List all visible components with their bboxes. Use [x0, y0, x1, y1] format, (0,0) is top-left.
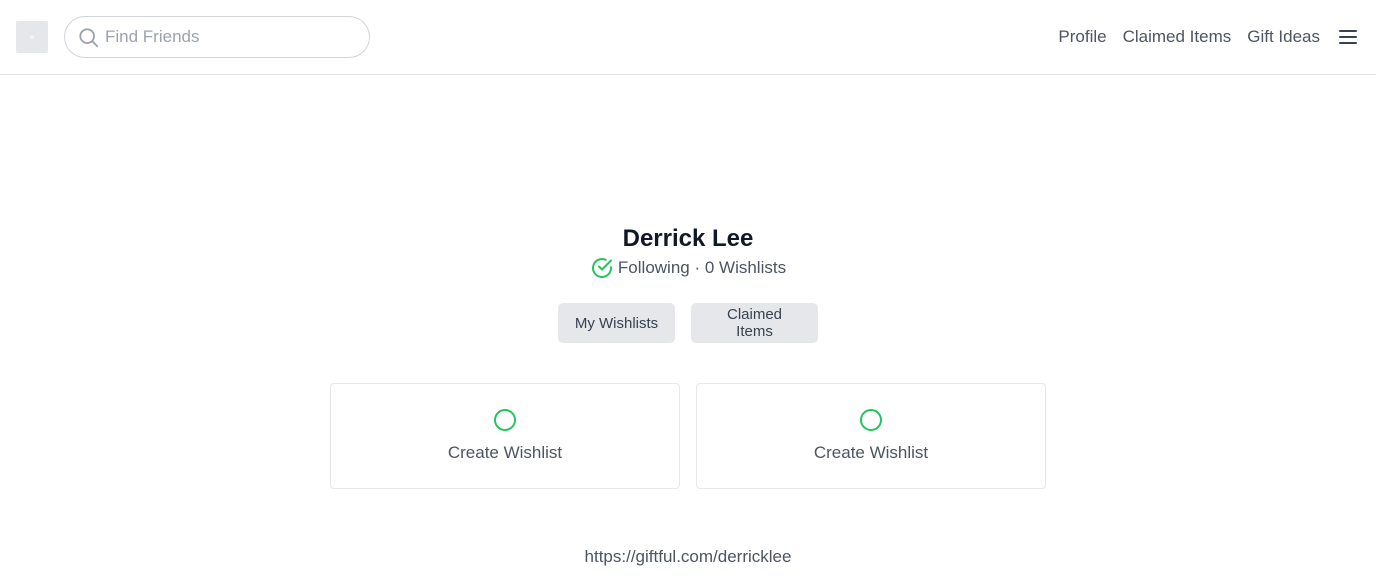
hamburger-menu-icon[interactable]	[1338, 27, 1358, 47]
tab-claimed-items[interactable]: Claimed Items	[691, 303, 818, 343]
profile-url[interactable]: https://giftful.com/derricklee	[0, 546, 1376, 568]
follow-status: Following · 0 Wishlists	[0, 256, 1376, 280]
top-navigation-bar: Profile Claimed Items Gift Ideas	[0, 0, 1376, 75]
tab-my-wishlists[interactable]: My Wishlists	[558, 303, 675, 343]
nav-link-claimed-items[interactable]: Claimed Items	[1123, 26, 1232, 48]
nav-link-gift-ideas[interactable]: Gift Ideas	[1247, 26, 1320, 48]
create-wishlist-label: Create Wishlist	[447, 443, 563, 462]
nav-link-profile[interactable]: Profile	[1058, 26, 1106, 48]
logo-mark	[30, 35, 34, 39]
search-box	[64, 16, 370, 58]
search-input[interactable]	[105, 17, 360, 57]
follow-status-text: Following · 0 Wishlists	[617, 258, 787, 277]
check-circle-icon	[591, 258, 612, 278]
profile-tabs: My Wishlists Claimed Items	[558, 303, 818, 343]
create-wishlist-card[interactable]: Create Wishlist	[696, 383, 1046, 489]
profile-name: Derrick Lee	[622, 225, 754, 252]
circle-icon	[860, 409, 882, 431]
search-icon	[79, 28, 99, 48]
circle-icon	[494, 409, 516, 431]
create-wishlist-label: Create Wishlist	[813, 443, 929, 462]
logo[interactable]	[16, 21, 48, 53]
main-nav: Profile Claimed Items Gift Ideas	[1058, 26, 1320, 48]
create-wishlist-card[interactable]: Create Wishlist	[330, 383, 680, 489]
